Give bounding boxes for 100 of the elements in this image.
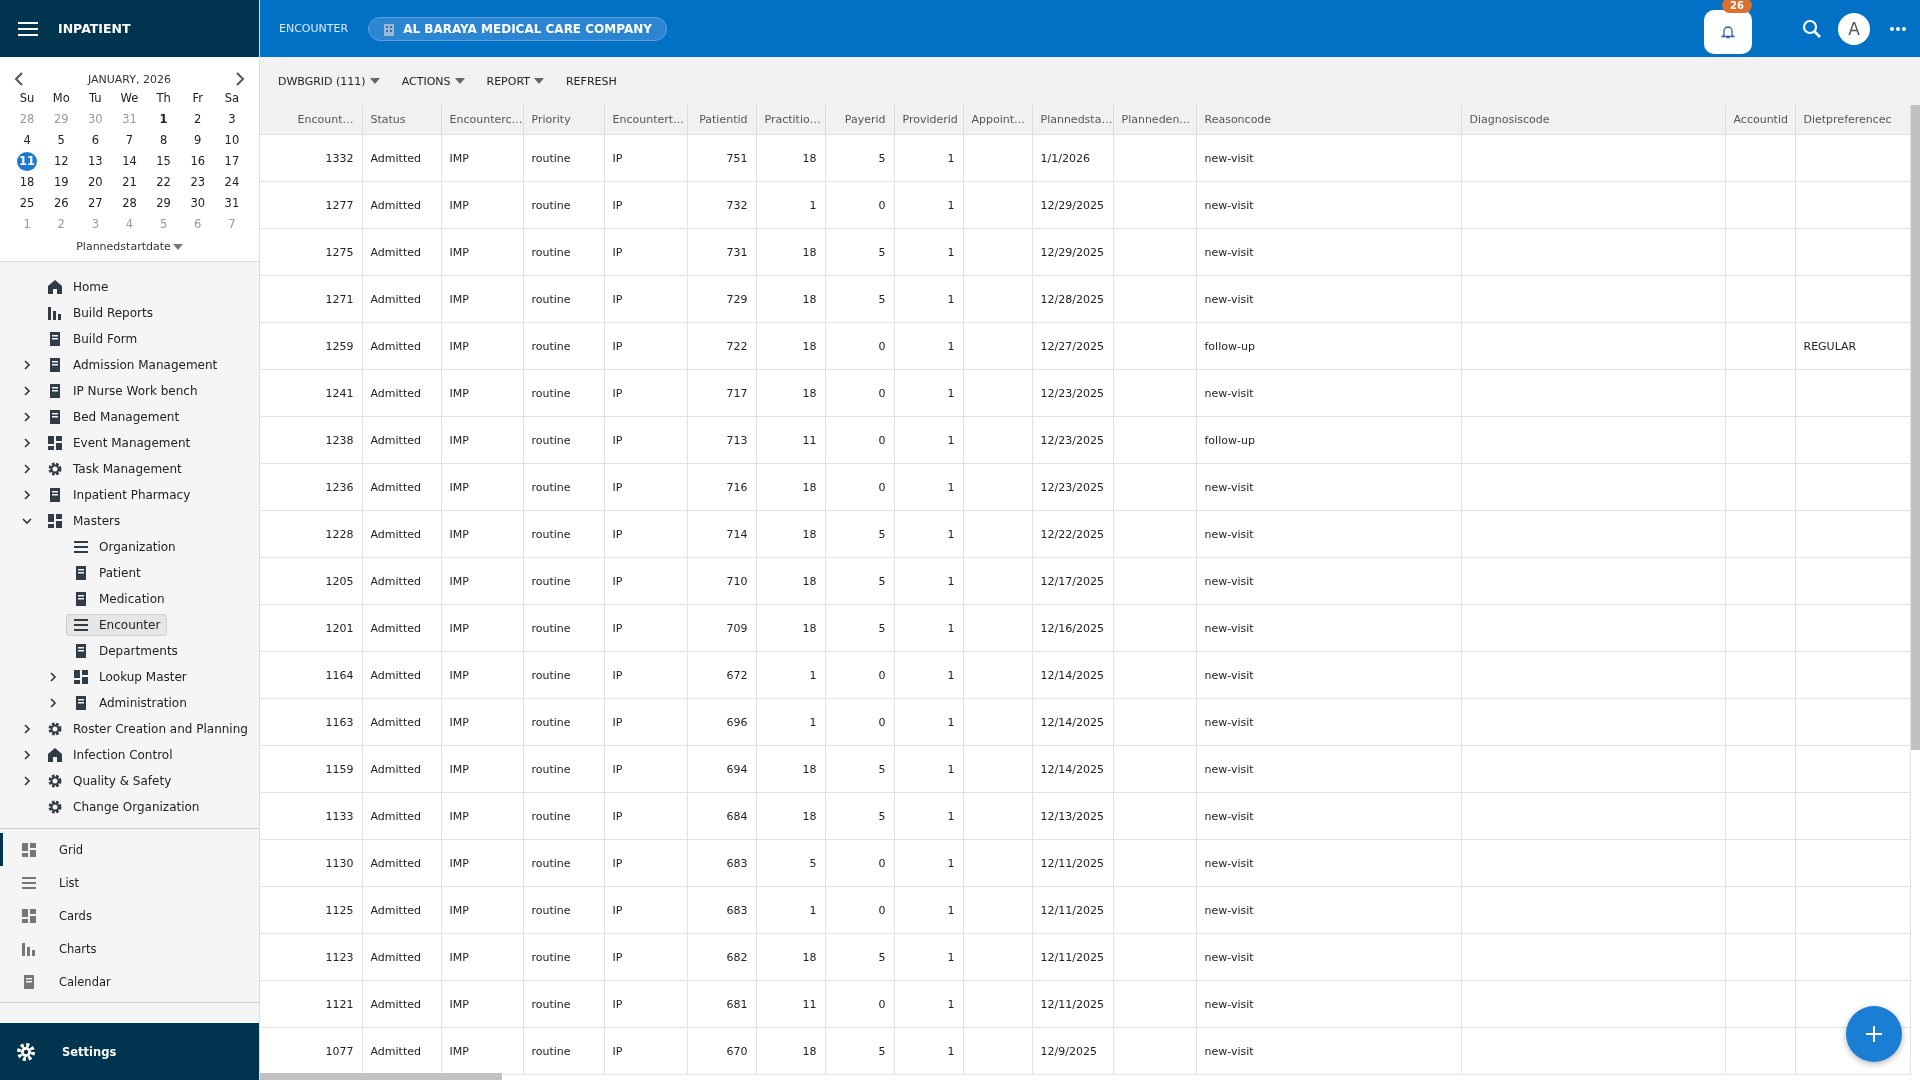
- chevron-icon[interactable]: [22, 386, 32, 396]
- column-header[interactable]: Encount…: [260, 105, 362, 135]
- nav-item[interactable]: Departments: [66, 640, 185, 662]
- view-option[interactable]: Cards: [0, 899, 259, 932]
- calendar-day[interactable]: 30: [187, 194, 208, 213]
- notifications-button[interactable]: [1704, 9, 1752, 54]
- chevron-icon[interactable]: [22, 776, 32, 786]
- calendar-day[interactable]: 4: [17, 131, 38, 150]
- toolbar-button[interactable]: ACTIONS: [399, 72, 467, 90]
- nav-item[interactable]: Event Management: [40, 432, 198, 454]
- column-header[interactable]: Diagnosiscode: [1461, 105, 1725, 135]
- calendar-day[interactable]: 14: [119, 152, 140, 171]
- nav-item[interactable]: Administration: [66, 692, 194, 714]
- calendar-day[interactable]: 20: [85, 173, 106, 192]
- date-field-dropdown[interactable]: Plannedstartdate: [10, 240, 249, 253]
- chevron-icon[interactable]: [48, 672, 58, 682]
- chevron-icon[interactable]: [22, 360, 32, 370]
- chevron-icon[interactable]: [22, 750, 32, 760]
- nav-item[interactable]: Build Reports: [40, 302, 160, 324]
- scrollbar[interactable]: [1911, 105, 1920, 750]
- horizontal-scrollbar[interactable]: [260, 1073, 502, 1080]
- calendar-day[interactable]: 17: [221, 152, 242, 171]
- company-selector[interactable]: AL BARAYA MEDICAL CARE COMPANY: [368, 16, 667, 41]
- nav-item[interactable]: Masters: [40, 510, 128, 532]
- calendar-day[interactable]: 13: [85, 152, 106, 171]
- calendar-day[interactable]: 10: [221, 131, 242, 150]
- nav-item[interactable]: Patient: [66, 562, 148, 584]
- nav-item[interactable]: Organization: [66, 536, 183, 558]
- nav-item[interactable]: Lookup Master: [66, 666, 194, 688]
- calendar-day[interactable]: 15: [153, 152, 174, 171]
- chevron-icon[interactable]: [22, 724, 32, 734]
- search-icon[interactable]: [1802, 18, 1822, 39]
- column-header[interactable]: Reasoncode: [1196, 105, 1461, 135]
- column-header[interactable]: Encounterc…: [441, 105, 523, 135]
- calendar-day[interactable]: 2: [187, 110, 208, 129]
- nav-item[interactable]: Change Organization: [40, 796, 207, 818]
- column-header[interactable]: Planneden…: [1113, 105, 1196, 135]
- add-button[interactable]: [1846, 1006, 1902, 1062]
- chevron-icon[interactable]: [22, 464, 32, 474]
- view-option[interactable]: Calendar: [0, 965, 259, 998]
- nav-item[interactable]: Home: [40, 276, 116, 298]
- chevron-icon[interactable]: [22, 516, 32, 526]
- previous-month-icon[interactable]: [14, 72, 24, 86]
- nav-item[interactable]: Medication: [66, 588, 172, 610]
- column-header[interactable]: Encountert…: [604, 105, 687, 135]
- chevron-icon[interactable]: [22, 490, 32, 500]
- calendar-day[interactable]: 26: [51, 194, 72, 213]
- chevron-icon[interactable]: [48, 698, 58, 708]
- calendar-day[interactable]: 8: [153, 131, 174, 150]
- calendar-day[interactable]: 12: [51, 152, 72, 171]
- nav-item[interactable]: IP Nurse Work bench: [40, 380, 205, 402]
- column-header[interactable]: Appoint…: [963, 105, 1032, 135]
- column-header[interactable]: Accountid: [1725, 105, 1795, 135]
- column-header[interactable]: Plannedsta…: [1032, 105, 1113, 135]
- chevron-icon[interactable]: [22, 438, 32, 448]
- calendar-day[interactable]: 5: [51, 131, 72, 150]
- calendar-day[interactable]: 29: [153, 194, 174, 213]
- calendar-day[interactable]: 24: [221, 173, 242, 192]
- menu-icon[interactable]: [18, 20, 38, 37]
- nav-item[interactable]: Build Form: [40, 328, 145, 350]
- calendar-day[interactable]: 6: [85, 131, 106, 150]
- toolbar-button[interactable]: REPORT: [484, 72, 546, 90]
- toolbar-button[interactable]: DWBGRID (111): [276, 72, 382, 90]
- calendar-day[interactable]: 11: [17, 152, 38, 171]
- view-option[interactable]: List: [0, 866, 259, 899]
- nav-item[interactable]: Quality & Safety: [40, 770, 179, 792]
- user-avatar[interactable]: A: [1838, 12, 1870, 45]
- nav-item[interactable]: Inpatient Pharmacy: [40, 484, 198, 506]
- column-header[interactable]: Status: [362, 105, 441, 135]
- view-option[interactable]: Charts: [0, 932, 259, 965]
- nav-item[interactable]: Encounter: [66, 614, 168, 636]
- nav-item[interactable]: Roster Creation and Planning: [40, 718, 255, 740]
- calendar-day[interactable]: 27: [85, 194, 106, 213]
- calendar-day[interactable]: 22: [153, 173, 174, 192]
- column-header[interactable]: Payerid: [825, 105, 894, 135]
- more-icon[interactable]: [1890, 26, 1906, 31]
- calendar-day[interactable]: 16: [187, 152, 208, 171]
- column-header[interactable]: Priority: [523, 105, 604, 135]
- calendar-day[interactable]: 7: [119, 131, 140, 150]
- settings-button[interactable]: Settings: [0, 1023, 259, 1080]
- column-header[interactable]: Dietpreferencec: [1795, 105, 1910, 135]
- toolbar-button[interactable]: REFRESH: [563, 72, 619, 90]
- column-header[interactable]: Practitio…: [756, 105, 825, 135]
- column-header[interactable]: Providerid: [894, 105, 963, 135]
- nav-item[interactable]: Infection Control: [40, 744, 180, 766]
- calendar-day[interactable]: 31: [221, 194, 242, 213]
- calendar-day[interactable]: 3: [221, 110, 242, 129]
- next-month-icon[interactable]: [235, 72, 245, 86]
- calendar-day[interactable]: 28: [119, 194, 140, 213]
- column-header[interactable]: Patientid: [687, 105, 756, 135]
- chevron-icon[interactable]: [22, 412, 32, 422]
- calendar-day[interactable]: 18: [17, 173, 38, 192]
- calendar-day[interactable]: 21: [119, 173, 140, 192]
- calendar-day[interactable]: 9: [187, 131, 208, 150]
- nav-item[interactable]: Bed Management: [40, 406, 187, 428]
- calendar-day[interactable]: 19: [51, 173, 72, 192]
- nav-item[interactable]: Admission Management: [40, 354, 225, 376]
- calendar-day[interactable]: 1: [153, 110, 174, 129]
- calendar-day[interactable]: 23: [187, 173, 208, 192]
- nav-item[interactable]: Task Management: [40, 458, 189, 480]
